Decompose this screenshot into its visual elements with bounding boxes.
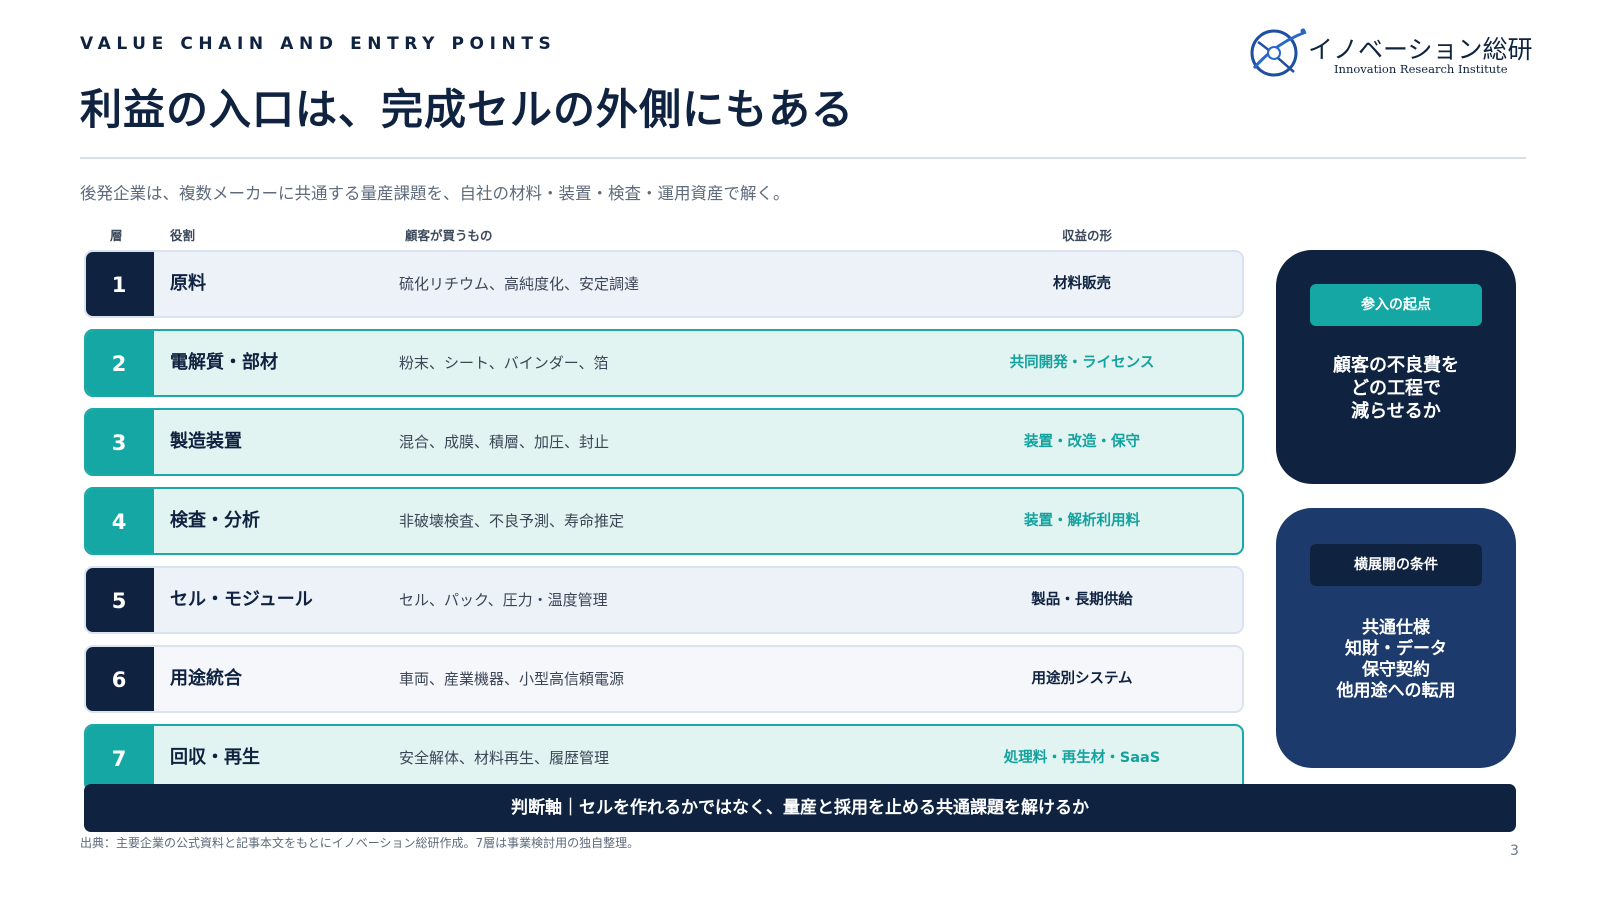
layer-number: 4 (86, 489, 154, 553)
expansion-line: 他用途への転用 (1336, 681, 1456, 701)
layer-role: 回収・再生 (170, 747, 260, 768)
title-divider (80, 157, 1526, 159)
entry-point-chip: 参入の起点 (1310, 284, 1482, 326)
layer-revenue: 装置・解析利用料 (1024, 513, 1140, 529)
table-row: 5 セル・モジュール セル、パック、圧力・温度管理 製品・長期供給 (84, 566, 1244, 634)
table-row: 1 原料 硫化リチウム、高純度化、安定調達 材料販売 (84, 250, 1244, 318)
table-row: 2 電解質・部材 粉末、シート、バインダー、箔 共同開発・ライセンス (84, 329, 1244, 397)
lede-text: 後発企業は、複数メーカーに共通する量産課題を、自社の材料・装置・検査・運用資産で… (80, 184, 790, 203)
layer-buys: 非破壊検査、不良予測、寿命推定 (399, 512, 625, 530)
layer-number: 5 (86, 568, 154, 632)
entry-point-body: 顧客の不良費を どの工程で 減らせるか (1276, 354, 1516, 423)
entry-point-card: 参入の起点 顧客の不良費を どの工程で 減らせるか (1276, 250, 1516, 484)
layer-number: 3 (86, 410, 154, 474)
layer-revenue: 処理料・再生材・SaaS (1003, 750, 1161, 766)
layer-buys: セル、パック、圧力・温度管理 (399, 591, 608, 609)
entry-point-line: どの工程で (1351, 378, 1441, 399)
company-logo: イノベーション総研 Innovation Research Institute (1248, 22, 1548, 82)
table-row: 6 用途統合 車両、産業機器、小型高信頼電源 用途別システム (84, 645, 1244, 713)
layer-revenue: 装置・改造・保守 (1024, 434, 1140, 450)
layer-revenue: 製品・長期供給 (1031, 592, 1133, 608)
entry-point-line: 減らせるか (1351, 401, 1441, 422)
logo-name-en: Innovation Research Institute (1334, 62, 1508, 76)
column-header-layer: 層 (110, 228, 123, 243)
layer-number: 2 (86, 331, 154, 395)
layer-role: 原料 (170, 273, 206, 294)
expansion-line: 共通仕様 (1362, 618, 1430, 638)
layer-buys: 車両、産業機器、小型高信頼電源 (399, 670, 625, 688)
table-row: 4 検査・分析 非破壊検査、不良予測、寿命推定 装置・解析利用料 (84, 487, 1244, 555)
layer-revenue: 材料販売 (1053, 276, 1111, 292)
expansion-conditions-card: 横展開の条件 共通仕様 知財・データ 保守契約 他用途への転用 (1276, 508, 1516, 768)
layer-buys: 安全解体、材料再生、履歴管理 (399, 749, 610, 767)
layer-revenue: 用途別システム (1031, 671, 1133, 687)
layer-number: 6 (86, 647, 154, 711)
layer-buys: 硫化リチウム、高純度化、安定調達 (399, 275, 640, 293)
layer-role: セル・モジュール (170, 589, 313, 610)
source-note: 出典：主要企業の公式資料と記事本文をもとにイノベーション総研作成。7層は事業検討… (80, 836, 640, 850)
layer-role: 検査・分析 (170, 510, 260, 531)
expansion-line: 保守契約 (1362, 660, 1430, 680)
layer-revenue: 共同開発・ライセンス (1009, 355, 1155, 371)
column-header-buys: 顧客が買うもの (405, 228, 493, 243)
table-row: 3 製造装置 混合、成膜、積層、加圧、封止 装置・改造・保守 (84, 408, 1244, 476)
layer-number: 1 (86, 252, 154, 316)
page-number: 3 (1510, 843, 1519, 859)
column-header-revenue: 収益の形 (1062, 228, 1113, 243)
layer-role: 製造装置 (170, 431, 242, 452)
expansion-line: 知財・データ (1345, 639, 1447, 659)
layer-role: 用途統合 (170, 668, 242, 689)
expansion-chip: 横展開の条件 (1310, 544, 1482, 586)
logo-name-jp: イノベーション総研 (1308, 35, 1533, 64)
entry-point-line: 顧客の不良費を (1333, 355, 1459, 376)
layer-buys: 粉末、シート、バインダー、箔 (399, 354, 609, 372)
layer-role: 電解質・部材 (170, 352, 278, 373)
table-row: 7 回収・再生 安全解体、材料再生、履歴管理 処理料・再生材・SaaS (84, 724, 1244, 792)
layer-buys: 混合、成膜、積層、加圧、封止 (399, 433, 610, 451)
globe-logo-icon (1250, 28, 1307, 77)
layer-number: 7 (86, 726, 154, 790)
expansion-body: 共通仕様 知財・データ 保守契約 他用途への転用 (1276, 618, 1516, 702)
page-title: 利益の入口は、完成セルの外側にもある (80, 85, 855, 134)
decision-axis-banner: 判断軸｜セルを作れるかではなく、量産と採用を止める共通課題を解けるか (84, 784, 1516, 832)
section-kicker: VALUE CHAIN AND ENTRY POINTS (80, 34, 557, 54)
column-header-role: 役割 (170, 228, 196, 243)
